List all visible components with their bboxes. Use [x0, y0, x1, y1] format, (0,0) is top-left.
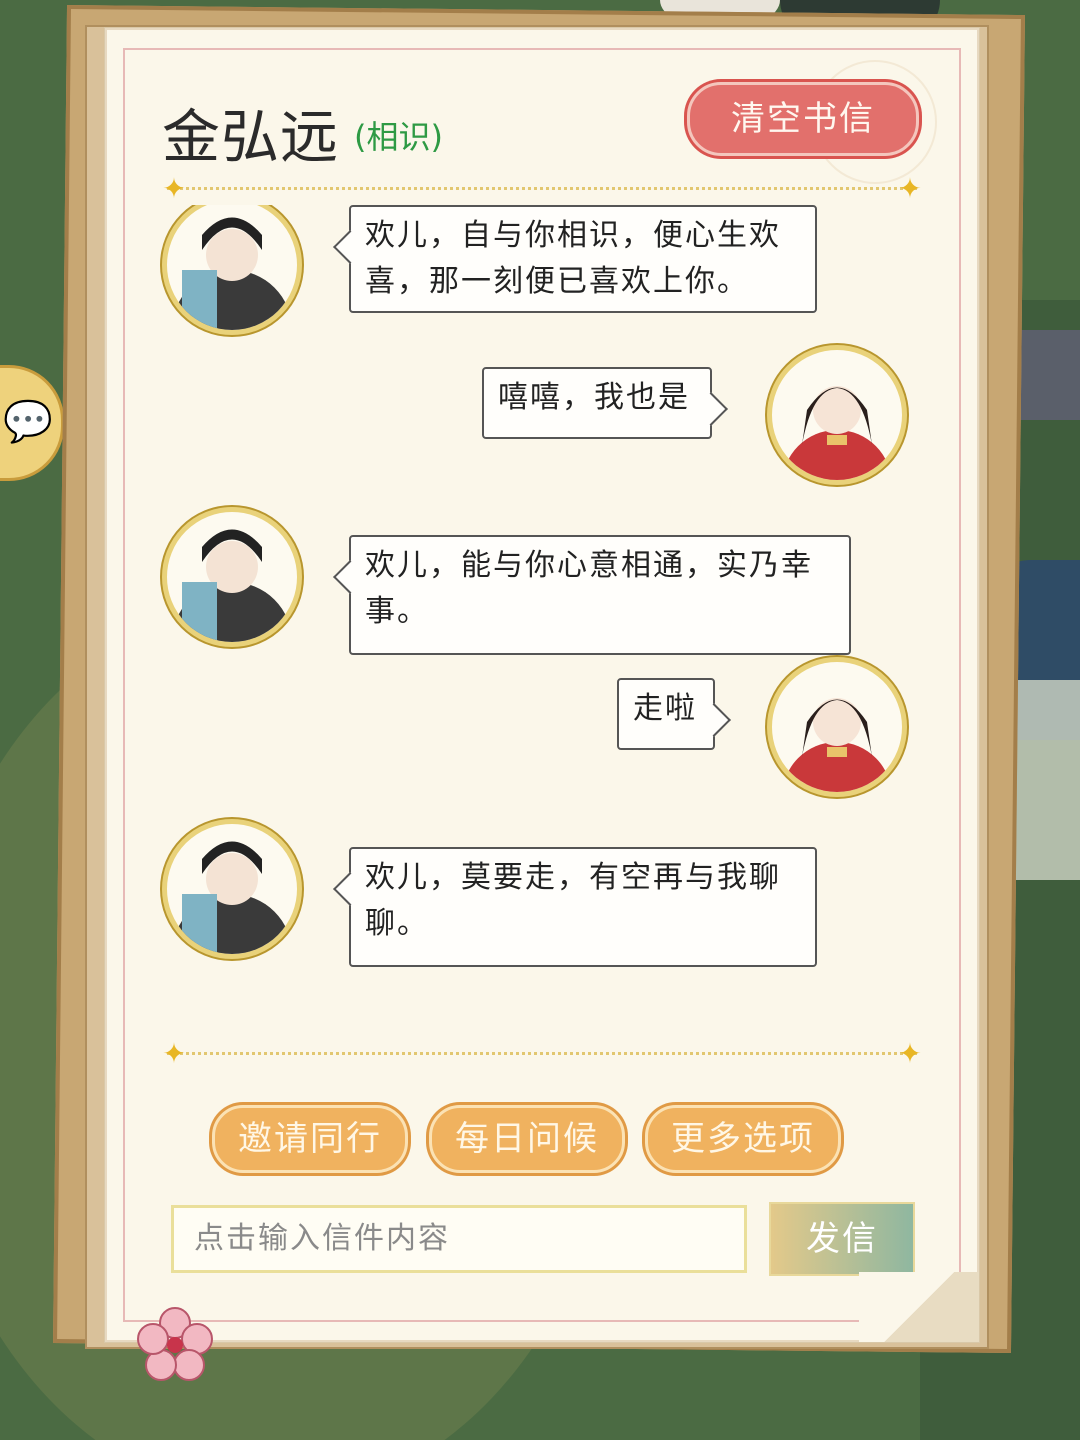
invite-companion-button[interactable]: 邀请同行 [212, 1105, 408, 1173]
contact-name: 金弘远 [162, 103, 340, 171]
npc-avatar [162, 819, 302, 959]
message-bubble: 欢儿，自与你相识，便心生欢喜，那一刻便已喜欢上你。 [333, 205, 817, 313]
letter-panel: 金弘远 (相识) 清空书信 ✦ ✦ 欢儿，自与你相识，便心生欢喜，那一刻便已喜欢… [105, 28, 979, 1342]
message-bubble: 走啦 [617, 678, 731, 750]
send-letter-button[interactable]: 发信 [769, 1202, 915, 1276]
sakura-flower-icon [137, 1307, 213, 1381]
more-options-button[interactable]: 更多选项 [645, 1105, 841, 1173]
sparkle-icon: ✦ [162, 172, 186, 205]
message-bubble: 欢儿，莫要走，有空再与我聊聊。 [333, 847, 817, 967]
daily-greeting-button[interactable]: 每日问候 [429, 1105, 625, 1173]
player-avatar [767, 345, 907, 485]
clear-letters-button[interactable]: 清空书信 [687, 82, 919, 156]
page-fold [859, 1272, 979, 1342]
message-bubble: 欢儿，能与你心意相通，实乃幸事。 [333, 535, 851, 655]
message-list[interactable]: 欢儿，自与你相识，便心生欢喜，那一刻便已喜欢上你。 嘻嘻，我也是 欢儿，能与你心… [107, 205, 977, 1045]
chat-bubble-icon: 💬 [3, 399, 53, 445]
top-divider: ✦ ✦ [162, 174, 921, 204]
npc-avatar [162, 507, 302, 647]
sparkle-icon: ✦ [162, 1037, 186, 1070]
player-avatar [767, 657, 907, 797]
letter-input[interactable]: 点击输入信件内容 [171, 1205, 747, 1273]
sparkle-icon: ✦ [898, 1037, 922, 1070]
message-bubble: 嘻嘻，我也是 [482, 367, 728, 439]
relation-label: (相识) [354, 118, 443, 156]
sparkle-icon: ✦ [898, 172, 922, 205]
bottom-divider: ✦ ✦ [162, 1039, 921, 1069]
npc-avatar [162, 205, 302, 335]
